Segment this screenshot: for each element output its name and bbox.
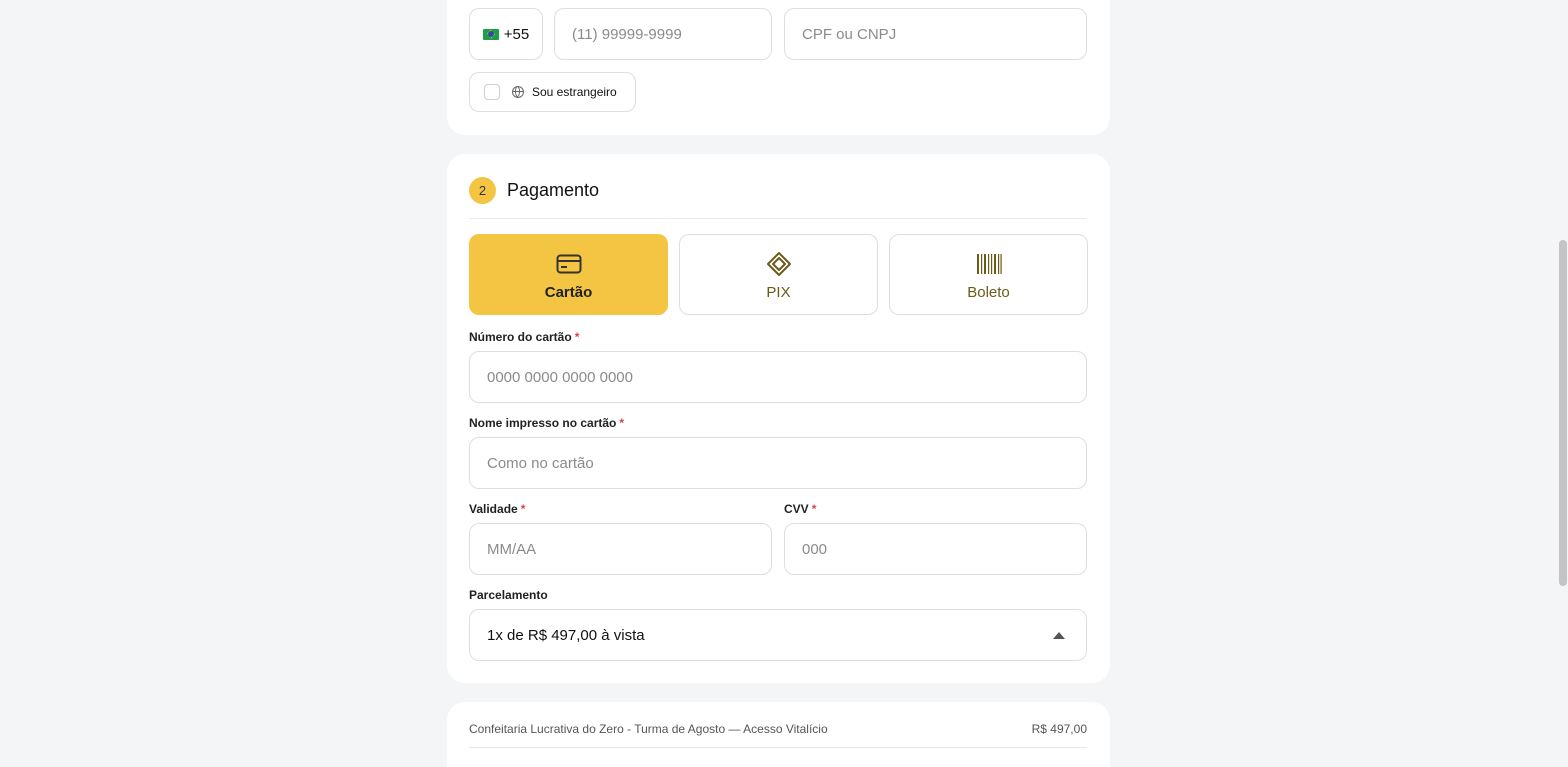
cvv-label: CVV * xyxy=(784,502,817,516)
method-pix-button[interactable]: PIX xyxy=(679,234,878,315)
card-number-field xyxy=(469,351,1087,403)
phone-field-wrapper xyxy=(554,8,772,60)
card-name-label: Nome impresso no cartão * xyxy=(469,416,625,430)
card-name-input[interactable] xyxy=(470,454,1086,472)
card-number-label: Número do cartão * xyxy=(469,330,580,344)
contact-section: +55 Sou estrangeiro xyxy=(447,0,1110,135)
payment-section: 2 Pagamento Cartão PIX Boleto Número do … xyxy=(447,154,1110,683)
step-badge: 2 xyxy=(469,177,496,204)
credit-card-icon xyxy=(556,252,582,276)
foreign-checkbox[interactable] xyxy=(484,84,500,100)
brazil-flag-icon xyxy=(482,28,499,40)
checkout-page: +55 Sou estrangeiro 2 Pagamento xyxy=(0,0,1568,767)
expiry-input[interactable] xyxy=(470,540,771,558)
foreign-label: Sou estrangeiro xyxy=(532,85,617,99)
country-code-select[interactable]: +55 xyxy=(469,8,543,60)
summary-product-price: R$ 497,00 xyxy=(1031,722,1087,736)
installments-select[interactable]: 1x de R$ 497,00 à vista xyxy=(469,609,1087,661)
card-name-field xyxy=(469,437,1087,489)
expiry-label: Validade * xyxy=(469,502,526,516)
installments-value: 1x de R$ 497,00 à vista xyxy=(487,626,645,644)
summary-product-name: Confeitaria Lucrativa do Zero - Turma de… xyxy=(469,722,828,736)
cvv-field xyxy=(784,523,1087,575)
pix-icon xyxy=(766,252,792,276)
order-summary: Confeitaria Lucrativa do Zero - Turma de… xyxy=(447,702,1110,767)
payment-title: Pagamento xyxy=(507,180,600,200)
document-input[interactable] xyxy=(785,25,1086,43)
caret-up-icon xyxy=(1053,631,1065,639)
globe-icon xyxy=(512,86,524,98)
card-number-input[interactable] xyxy=(470,368,1086,386)
page-scrollbar[interactable] xyxy=(1559,240,1567,586)
phone-input[interactable] xyxy=(555,25,771,43)
document-field-wrapper xyxy=(784,8,1087,60)
cvv-input[interactable] xyxy=(785,540,1086,558)
foreign-toggle[interactable]: Sou estrangeiro xyxy=(469,72,636,112)
payment-divider xyxy=(469,218,1087,219)
country-code-value: +55 xyxy=(503,25,530,43)
method-boleto-label: Boleto xyxy=(967,284,1010,301)
barcode-icon xyxy=(976,252,1002,276)
method-pix-label: PIX xyxy=(766,284,791,301)
method-card-button[interactable]: Cartão xyxy=(469,234,668,315)
expiry-field xyxy=(469,523,772,575)
method-card-label: Cartão xyxy=(544,284,593,301)
installments-label: Parcelamento xyxy=(469,588,548,602)
method-boleto-button[interactable]: Boleto xyxy=(889,234,1088,315)
summary-divider xyxy=(469,747,1087,748)
